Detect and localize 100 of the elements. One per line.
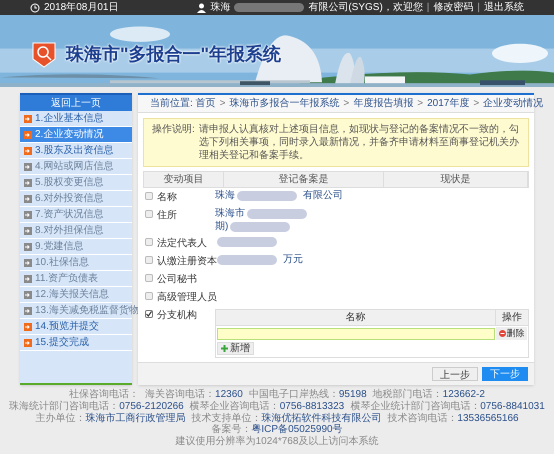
footer-label: 海关咨询电话： bbox=[145, 389, 216, 400]
branch-name-field[interactable] bbox=[217, 328, 495, 340]
next-button[interactable]: 下一步 bbox=[482, 367, 528, 381]
registered-value: 期) bbox=[215, 220, 228, 234]
breadcrumb-separator: > bbox=[417, 97, 424, 111]
column-header: 现状是 bbox=[384, 172, 528, 187]
arrow-icon bbox=[24, 178, 32, 186]
add-button[interactable]: 新增 bbox=[217, 342, 254, 355]
footer-value: 珠海优拓软件科技有限公司 bbox=[261, 413, 382, 424]
top-link[interactable]: 退出系统 bbox=[484, 2, 524, 12]
sidebar-item[interactable]: 5.股权变更信息 bbox=[20, 175, 132, 191]
arrow-icon bbox=[24, 322, 32, 330]
resolution-note: 建议使用分辨率为1024*768及以上访问本系统 bbox=[176, 436, 378, 447]
row-label: 住所 bbox=[157, 208, 177, 223]
arrow-icon bbox=[24, 290, 32, 298]
breadcrumb-separator: > bbox=[473, 97, 480, 111]
checkbox[interactable] bbox=[145, 192, 153, 200]
arrow-icon bbox=[24, 274, 32, 282]
sidebar-label: 3.股东及出资信息 bbox=[35, 144, 114, 158]
sidebar-item[interactable]: 9.党建信息 bbox=[20, 239, 132, 255]
footer-value: 粤ICP备05025990号 bbox=[251, 424, 343, 435]
user-icon bbox=[197, 2, 206, 12]
row-label: 公司秘书 bbox=[157, 272, 197, 287]
sidebar-item[interactable]: 14.预览并提交 bbox=[20, 319, 132, 335]
arrow-icon bbox=[24, 146, 32, 154]
footer-label: 备案号： bbox=[211, 424, 252, 435]
sidebar-label: 6.对外投资信息 bbox=[35, 192, 104, 206]
column-header: 变动项目 bbox=[144, 172, 224, 187]
sidebar-label: 7.资产状况信息 bbox=[35, 208, 104, 222]
sidebar-item[interactable]: 10.社保信息 bbox=[20, 255, 132, 271]
redaction-blur bbox=[234, 3, 304, 12]
footer-value: 12360 bbox=[215, 389, 243, 400]
footer-value: 95198 bbox=[338, 389, 367, 400]
arrow-icon bbox=[24, 242, 32, 250]
row-label: 高级管理人员 bbox=[157, 290, 217, 305]
footer-label: 中国电子口岸热线： bbox=[248, 389, 339, 400]
checkbox[interactable] bbox=[145, 292, 153, 300]
checkbox[interactable] bbox=[145, 310, 153, 318]
breadcrumb-item[interactable]: 企业变动情况 bbox=[483, 96, 544, 111]
sidebar-label: 12.海关报关信息 bbox=[35, 288, 109, 302]
column-header: 登记备案是 bbox=[224, 172, 384, 187]
sidebar-label: 4.网站或网店信息 bbox=[35, 160, 114, 174]
sidebar-label: 1.企业基本信息 bbox=[35, 112, 104, 126]
breadcrumb-separator: > bbox=[220, 97, 226, 111]
checkbox[interactable] bbox=[145, 210, 153, 218]
footer-value: 0756-2120266 bbox=[119, 401, 184, 412]
row-label: 认缴注册资本 bbox=[157, 254, 217, 269]
checkbox[interactable] bbox=[145, 256, 153, 264]
breadcrumb-item[interactable]: 珠海市多报合一年报系统 bbox=[229, 96, 340, 111]
notice-text: 请申报人认真核对上述项目信息，如现状与登记的备案情况不一致的，勾选下列相关事项，同时录入最新情况，并备齐申请材料至商事登记机关办理相关登记和备案手续。 bbox=[198, 123, 520, 162]
back-button[interactable]: 返回上一页 bbox=[20, 93, 132, 111]
clock-icon bbox=[30, 2, 40, 12]
arrow-icon bbox=[24, 210, 32, 218]
row-label: 名称 bbox=[157, 191, 177, 205]
footer-value: 0756-8813323 bbox=[280, 401, 344, 412]
checkbox[interactable] bbox=[145, 238, 153, 246]
separator: | bbox=[426, 2, 430, 12]
footer-label: 珠海统计部门咨询电话： bbox=[9, 401, 120, 412]
sidebar-item[interactable]: 15.提交完成 bbox=[20, 335, 132, 351]
previous-button[interactable]: 上一步 bbox=[432, 367, 478, 381]
delete-button[interactable]: 删除 bbox=[496, 327, 527, 340]
breadcrumb-item[interactable]: 年度报告填报 bbox=[353, 96, 414, 111]
row-label: 法定代表人 bbox=[157, 236, 207, 251]
minus-icon bbox=[498, 330, 506, 337]
sidebar-label: 11.资产负债表 bbox=[35, 272, 98, 286]
breadcrumb-separator: > bbox=[343, 97, 350, 111]
footer-value: 0756-8841031 bbox=[480, 401, 545, 412]
sidebar-label: 2.企业变动情况 bbox=[35, 128, 104, 142]
sidebar-label: 9.党建信息 bbox=[35, 240, 84, 254]
arrow-icon bbox=[24, 130, 32, 138]
footer-label: 地税部门电话： bbox=[372, 389, 443, 400]
sidebar-item[interactable]: 11.资产负债表 bbox=[20, 271, 132, 287]
sidebar-item[interactable]: 3.股东及出资信息 bbox=[20, 143, 132, 159]
sidebar-item[interactable]: 7.资产状况信息 bbox=[20, 207, 132, 223]
arrow-icon bbox=[24, 114, 32, 122]
notice-label: 操作说明: bbox=[152, 123, 195, 137]
sidebar-item[interactable]: 6.对外投资信息 bbox=[20, 191, 132, 207]
separator: | bbox=[477, 2, 480, 12]
sidebar-item[interactable]: 2.企业变动情况 bbox=[20, 127, 132, 143]
breadcrumb-item[interactable]: 2017年度 bbox=[427, 96, 470, 111]
footer-label: 横琴企业统计部门咨询电话： bbox=[350, 401, 480, 412]
column-header: 名称 bbox=[216, 310, 496, 325]
sidebar-item[interactable]: 4.网站或网店信息 bbox=[20, 159, 132, 175]
top-link[interactable]: 修改密码 bbox=[433, 2, 474, 12]
footer-label: 技术咨询电话： bbox=[387, 413, 458, 424]
arrow-icon bbox=[24, 226, 32, 234]
arrow-icon bbox=[24, 338, 32, 346]
sidebar-label: 15.提交完成 bbox=[35, 336, 89, 350]
footer-label: 主办单位： bbox=[35, 413, 86, 424]
date-text: 2018年08月01日 bbox=[44, 2, 118, 12]
sidebar-item[interactable]: 12.海关报关信息 bbox=[20, 287, 132, 303]
footer-value: 珠海市工商行政管理局 bbox=[85, 413, 186, 424]
sidebar-item[interactable]: 8.对外担保信息 bbox=[20, 223, 132, 239]
user-name-start: 珠海 bbox=[210, 2, 230, 12]
footer-value: 13536565166 bbox=[457, 413, 519, 424]
footer-label: 社保咨询电话： bbox=[69, 389, 140, 400]
welcome-text: 有限公司(SYGS)，欢迎您 bbox=[308, 2, 423, 12]
sidebar-label: 10.社保信息 bbox=[35, 256, 89, 270]
checkbox[interactable] bbox=[145, 274, 153, 282]
registered-value: 珠海市 bbox=[215, 206, 245, 220]
